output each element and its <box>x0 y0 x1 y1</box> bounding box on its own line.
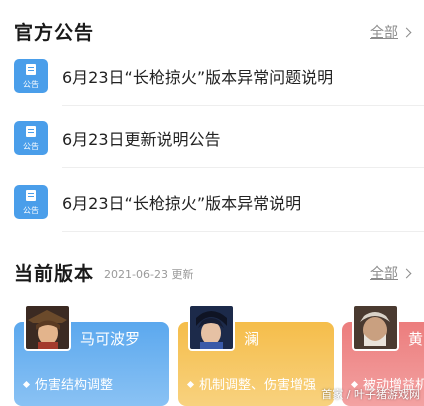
announcements-more-link[interactable]: 全部 <box>370 22 412 42</box>
hero-avatar <box>188 304 235 351</box>
version-header: 当前版本 2021-06-23 更新 全部 <box>14 259 412 286</box>
watermark: 首家 / 叶子猪游戏网 <box>321 388 420 401</box>
version-title: 当前版本 <box>14 263 95 285</box>
chevron-right-icon <box>401 268 412 278</box>
announcement-title: 6月23日更新说明公告 <box>62 130 221 149</box>
announcements-header: 官方公告 全部 <box>14 18 412 45</box>
version-more-label: 全部 <box>370 265 398 282</box>
hero-name: 澜 <box>244 330 260 348</box>
version-more-link[interactable]: 全部 <box>370 263 412 283</box>
hero-card-lan[interactable]: 澜 机制调整、伤害增强 <box>178 304 334 406</box>
notice-icon-tag: 公告 <box>23 80 39 89</box>
divider <box>62 167 424 168</box>
hero-avatar <box>352 304 399 351</box>
hero-change: 伤害结构调整 <box>24 374 113 393</box>
announcements-title: 官方公告 <box>14 22 95 44</box>
announcement-item[interactable]: 公告 6月23日“长枪掠火”版本异常问题说明 <box>14 46 424 106</box>
notice-doc-icon: 公告 <box>14 59 48 93</box>
notice-icon-tag: 公告 <box>23 206 39 215</box>
announcement-item[interactable]: 公告 6月23日“长枪掠火”版本异常说明 <box>14 172 424 232</box>
divider <box>62 105 424 106</box>
hero-card-marco-polo[interactable]: 马可波罗 伤害结构调整 <box>14 304 169 406</box>
hero-change: 机制调整、伤害增强 <box>188 374 316 393</box>
announcements-more-label: 全部 <box>370 24 398 41</box>
announcement-title: 6月23日“长枪掠火”版本异常问题说明 <box>62 68 334 87</box>
version-date: 2021-06-23 更新 <box>104 268 194 281</box>
divider <box>62 231 424 232</box>
notice-doc-icon: 公告 <box>14 185 48 219</box>
announcement-title: 6月23日“长枪掠火”版本异常说明 <box>62 194 302 213</box>
hero-name: 马可波罗 <box>80 330 141 348</box>
chevron-right-icon <box>401 27 412 37</box>
hero-avatar <box>24 304 71 351</box>
notice-doc-icon: 公告 <box>14 121 48 155</box>
announcement-item[interactable]: 公告 6月23日更新说明公告 <box>14 108 424 168</box>
notice-icon-tag: 公告 <box>23 142 39 151</box>
hero-name: 黄 <box>408 330 424 348</box>
